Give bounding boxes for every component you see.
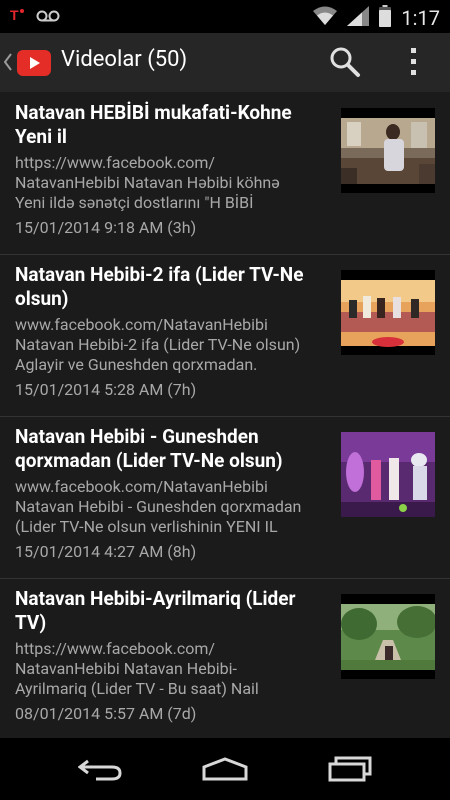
- video-list[interactable]: Natavan HEBİBİ mukafati-Kohne Yeni il ht…: [0, 92, 450, 741]
- svg-text:T: T: [10, 7, 19, 23]
- video-description: https://www.facebook.com/ NatavanHebibi …: [15, 153, 280, 212]
- action-bar: Videolar (50): [0, 33, 450, 92]
- voicemail-icon: [36, 8, 60, 27]
- video-date: 08/01/2014 5:57 AM (7d): [15, 704, 197, 723]
- signal-icon: [347, 6, 370, 30]
- video-thumbnail[interactable]: [341, 270, 435, 355]
- video-description: www.facebook.com/NatavanHebibi Natavan H…: [15, 315, 301, 374]
- video-thumbnail[interactable]: [341, 108, 435, 193]
- system-nav-bar: [0, 738, 450, 800]
- up-navigation[interactable]: [0, 33, 58, 92]
- back-nav-icon[interactable]: [70, 750, 130, 788]
- youtube-logo-icon: [17, 50, 51, 80]
- video-description: www.facebook.com/NatavanHebibi Natavan H…: [15, 477, 302, 536]
- video-date: 15/01/2014 5:28 AM (7h): [15, 380, 197, 399]
- video-thumbnail[interactable]: [341, 432, 435, 517]
- status-bar: T 1:17: [0, 0, 450, 33]
- video-title: Natavan HEBİBİ mukafati-Kohne Yeni il: [15, 101, 292, 148]
- video-list-item[interactable]: Natavan Hebibi-Ayrilmariq (Lider TV) htt…: [0, 578, 450, 741]
- battery-icon: [379, 5, 392, 31]
- video-description: https://www.facebook.com/ NatavanHebibi …: [15, 639, 259, 698]
- page-title: Videolar (50): [61, 47, 188, 72]
- video-list-item[interactable]: Natavan Hebibi - Guneshden qorxmadan (Li…: [0, 416, 450, 579]
- wifi-icon: [313, 6, 338, 30]
- carrier-icon: T: [10, 7, 26, 27]
- video-thumbnail[interactable]: [341, 594, 435, 679]
- video-list-item[interactable]: Natavan HEBİBİ mukafati-Kohne Yeni il ht…: [0, 92, 450, 255]
- recent-apps-icon[interactable]: [320, 750, 380, 788]
- search-icon[interactable]: [328, 45, 362, 79]
- video-date: 15/01/2014 4:27 AM (8h): [15, 542, 197, 561]
- video-title: Natavan Hebibi - Guneshden qorxmadan (Li…: [15, 425, 283, 472]
- home-nav-icon[interactable]: [195, 750, 255, 788]
- overflow-menu-icon[interactable]: [404, 47, 424, 77]
- back-chevron-icon: [3, 53, 12, 75]
- video-title: Natavan Hebibi-Ayrilmariq (Lider TV): [15, 587, 296, 634]
- video-date: 15/01/2014 9:18 AM (3h): [15, 218, 197, 237]
- status-time: 1:17: [401, 6, 440, 30]
- video-title: Natavan Hebibi-2 ifa (Lider TV-Ne olsun): [15, 263, 304, 310]
- video-list-item[interactable]: Natavan Hebibi-2 ifa (Lider TV-Ne olsun)…: [0, 254, 450, 417]
